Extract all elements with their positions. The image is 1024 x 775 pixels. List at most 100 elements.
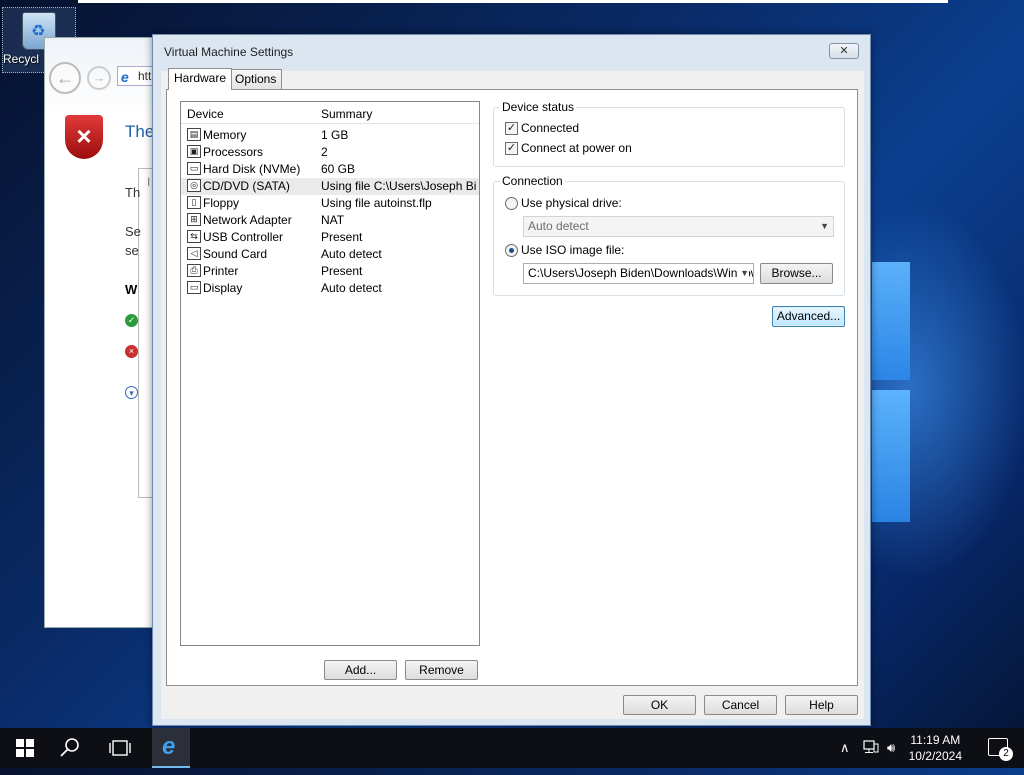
- network-glyph: [863, 740, 879, 753]
- connected-label[interactable]: Connected: [521, 121, 579, 135]
- search-icon: [60, 738, 79, 757]
- use-physical-drive-radio[interactable]: [505, 197, 518, 210]
- advanced-button[interactable]: Advanced...: [772, 306, 845, 327]
- tab-options[interactable]: Options: [229, 69, 283, 90]
- device-row-cd-dvd-sata[interactable]: ◎ CD/DVD (SATA) Using file C:\Users\Joseph…: [181, 178, 479, 195]
- connect-at-power-on-checkbox[interactable]: ✓: [505, 142, 518, 155]
- device-name: Display: [203, 281, 243, 295]
- device-row-usb-controller[interactable]: ⇆ USB Controller Present: [181, 229, 479, 246]
- device-row-display[interactable]: ▭ Display Auto detect: [181, 280, 479, 297]
- chevron-down-icon[interactable]: ▼: [737, 264, 749, 283]
- ie-text-line: Th: [125, 185, 141, 200]
- printer-icon: ⎙: [187, 264, 201, 277]
- task-view-button[interactable]: [105, 728, 135, 768]
- tab-hardware[interactable]: Hardware: [168, 68, 233, 90]
- device-name: Sound Card: [203, 247, 268, 261]
- connect-at-power-on-label[interactable]: Connect at power on: [521, 141, 632, 155]
- device-name: USB Controller: [203, 230, 284, 244]
- device-status-title: Device status: [500, 100, 577, 114]
- sound-card-icon: ◁: [187, 247, 201, 260]
- device-summary: Auto detect: [321, 247, 382, 261]
- search-button[interactable]: [55, 728, 85, 768]
- device-row-network-adapter[interactable]: ⊞ Network Adapter NAT: [181, 212, 479, 229]
- physical-drive-select: Auto detect ▼: [523, 216, 834, 237]
- device-summary: 1 GB: [321, 128, 349, 142]
- device-row-sound-card[interactable]: ◁ Sound Card Auto detect: [181, 246, 479, 263]
- windows-logo-pane: [872, 390, 910, 522]
- internet-explorer-taskbar-button[interactable]: e: [152, 728, 190, 768]
- device-row-hard-disk-nvme[interactable]: ▭ Hard Disk (NVMe) 60 GB: [181, 161, 479, 178]
- device-row-printer[interactable]: ⎙ Printer Present: [181, 263, 479, 280]
- display-icon: ▭: [187, 281, 201, 294]
- processor-icon: ▣: [187, 145, 201, 158]
- device-summary: NAT: [321, 213, 345, 227]
- floppy-icon: ▯: [187, 196, 201, 209]
- device-row-memory[interactable]: ▤ Memory 1 GB: [181, 127, 479, 144]
- ie-toolbar: ← → e htt: [45, 38, 163, 113]
- internet-explorer-window[interactable]: ← → e htt × The I Th Se se W ✓ × ▾: [44, 37, 168, 628]
- device-name: Hard Disk (NVMe): [203, 162, 301, 176]
- dialog-title: Virtual Machine Settings: [164, 45, 294, 59]
- remove-device-button[interactable]: Remove: [405, 660, 478, 680]
- clock[interactable]: 11:19 AM 10/2/2024: [909, 732, 962, 764]
- close-icon[interactable]: ✕: [829, 43, 859, 59]
- column-header-device[interactable]: Device: [187, 107, 224, 121]
- device-summary: Present: [321, 264, 363, 278]
- ie-text-line: se: [125, 243, 139, 258]
- network-icon[interactable]: [863, 740, 879, 757]
- ok-button[interactable]: OK: [623, 695, 696, 715]
- hardware-tab-panel: Device Summary ▤ Memory 1 GB ▣ Processors 2 ▭ H…: [166, 89, 858, 686]
- device-name: Network Adapter: [203, 213, 292, 227]
- taskbar: e ∧ 🔊︎ 11:19 AM 10/2/2024 2: [0, 728, 1024, 768]
- start-button[interactable]: [10, 728, 40, 768]
- internet-explorer-icon: e: [162, 733, 176, 760]
- ie-page-title: The: [125, 122, 155, 141]
- cancel-button[interactable]: Cancel: [704, 695, 777, 715]
- cd-dvd-icon: ◎: [187, 179, 201, 192]
- device-row-processors[interactable]: ▣ Processors 2: [181, 144, 479, 161]
- iso-path-combo[interactable]: C:\Users\Joseph Biden\Downloads\Window ▼: [523, 263, 754, 284]
- use-physical-drive-label[interactable]: Use physical drive:: [521, 196, 622, 210]
- chevron-down-icon: ▼: [820, 217, 829, 236]
- network-adapter-icon: ⊞: [187, 213, 201, 226]
- device-rows: ▤ Memory 1 GB ▣ Processors 2 ▭ Hard Disk (NVMe)…: [181, 124, 479, 297]
- device-summary: Using file autoinst.flp: [321, 196, 432, 210]
- recycle-bin-label: Recycl: [3, 52, 40, 66]
- connected-checkbox[interactable]: ✓: [505, 122, 518, 135]
- ie-page-icon: e: [121, 69, 129, 85]
- device-name: Floppy: [203, 196, 240, 210]
- memory-icon: ▤: [187, 128, 201, 141]
- physical-drive-value: Auto detect: [528, 219, 589, 233]
- clock-date: 10/2/2024: [908, 749, 962, 763]
- device-status-group: Device status ✓ Connected ✓ Connect at p…: [493, 100, 845, 167]
- clock-time: 11:19 AM: [910, 733, 961, 747]
- use-iso-image-radio[interactable]: [505, 244, 518, 257]
- ie-heading: W: [125, 282, 138, 297]
- ie-inner-text: I: [147, 175, 151, 189]
- forward-arrow-icon[interactable]: →: [87, 66, 111, 90]
- expand-chevron-icon[interactable]: ▾: [125, 386, 138, 399]
- device-summary: Using file C:\Users\Joseph Bi...: [321, 179, 476, 193]
- connection-title: Connection: [500, 174, 565, 188]
- device-name: Processors: [203, 145, 264, 159]
- dialog-body: Hardware Options Device Summary ▤ Memory 1…: [161, 68, 864, 719]
- use-iso-image-label[interactable]: Use ISO image file:: [521, 243, 624, 257]
- browse-button[interactable]: Browse...: [760, 263, 833, 284]
- chevron-up-icon[interactable]: ∧: [840, 740, 850, 756]
- back-arrow-icon[interactable]: ←: [49, 62, 81, 94]
- action-center-icon[interactable]: 2: [988, 738, 1013, 761]
- hard-disk-icon: ▭: [187, 162, 201, 175]
- x-shield-icon: ×: [125, 345, 138, 358]
- add-device-button[interactable]: Add...: [324, 660, 397, 680]
- device-list[interactable]: Device Summary ▤ Memory 1 GB ▣ Processors 2 ▭ H…: [180, 101, 480, 646]
- background-window-edge: [78, 0, 948, 3]
- column-header-summary[interactable]: Summary: [321, 107, 372, 121]
- device-name: CD/DVD (SATA): [203, 179, 290, 193]
- device-row-floppy[interactable]: ▯ Floppy Using file autoinst.flp: [181, 195, 479, 212]
- task-view-icon: [109, 740, 131, 756]
- volume-icon[interactable]: 🔊︎: [887, 740, 895, 756]
- help-button[interactable]: Help: [785, 695, 858, 715]
- windows-start-icon: [16, 739, 34, 757]
- device-name: Memory: [203, 128, 247, 142]
- device-summary: 2: [321, 145, 328, 159]
